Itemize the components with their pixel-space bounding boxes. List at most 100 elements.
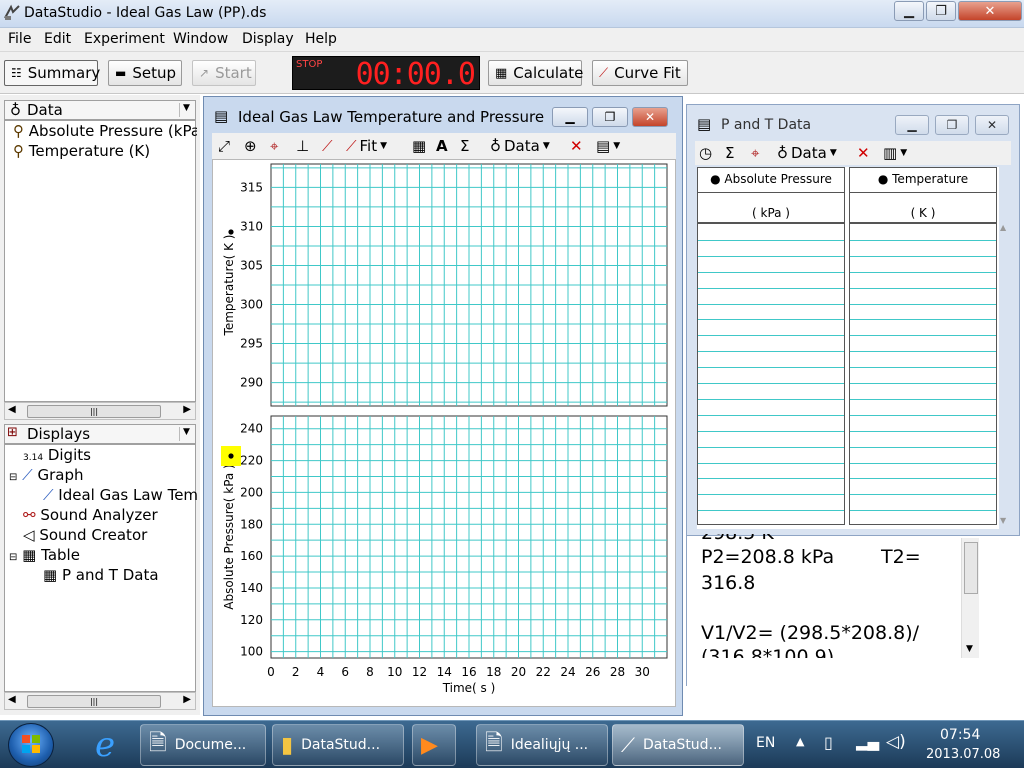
internet-explorer-icon[interactable]: e bbox=[80, 725, 130, 765]
taskbar-item-word-document[interactable]: 🗎 Idealiųjų ... bbox=[476, 724, 608, 766]
chevron-down-icon[interactable]: ▼ bbox=[179, 103, 193, 117]
language-indicator[interactable]: EN bbox=[756, 735, 775, 751]
column-body-absolute-pressure[interactable] bbox=[697, 223, 845, 525]
fit-dropdown[interactable]: ⟋ Fit ▼ bbox=[346, 136, 387, 156]
menu-experiment[interactable]: Experiment bbox=[84, 31, 165, 47]
smart-tool-icon[interactable]: ⌖ bbox=[751, 143, 759, 163]
clock-time[interactable]: 07:54 bbox=[940, 727, 980, 743]
bullet-icon: ● bbox=[877, 172, 889, 186]
data-table[interactable]: ● Absolute Pressure ( kPa ) ● Temperatur… bbox=[697, 167, 1006, 529]
statistics-icon[interactable]: Σ bbox=[725, 143, 734, 163]
chevron-down-icon[interactable]: ▼ bbox=[179, 427, 193, 441]
scroll-thumb[interactable]: ||| bbox=[27, 695, 161, 708]
scroll-down-icon[interactable]: ▼ bbox=[966, 644, 973, 654]
time-icon[interactable]: ◷ bbox=[699, 143, 712, 163]
table-row-divider bbox=[698, 414, 844, 416]
scroll-thumb[interactable] bbox=[964, 542, 978, 594]
displays-tree-scrollbar[interactable]: ◀ ||| ▶ bbox=[4, 692, 196, 710]
notes-window[interactable]: 298.5 K P2=208.8 kPa T2= 316.8 V1/V2= (2… bbox=[686, 534, 1020, 686]
tree-item-ideal-gas-graph[interactable]: ⟋ Ideal Gas Law Temperature and Pressure bbox=[43, 486, 197, 504]
setup-button[interactable]: ▬ Setup bbox=[108, 60, 182, 86]
network-icon[interactable]: ▂▄ bbox=[856, 733, 879, 751]
columns-dropdown[interactable]: ▥ ▼ bbox=[883, 143, 907, 163]
table-scrollbar[interactable]: ▲ ▼ bbox=[999, 223, 1011, 525]
column-header-absolute-pressure[interactable]: ● Absolute Pressure ( kPa ) bbox=[697, 167, 845, 223]
table-restore-button[interactable]: ❐ bbox=[935, 115, 969, 135]
delete-icon[interactable]: ✕ bbox=[570, 136, 583, 156]
taskbar-item-media-player[interactable]: ▶ bbox=[412, 724, 456, 766]
slope-tool-icon[interactable]: ⊥ bbox=[296, 136, 309, 156]
menu-display[interactable]: Display bbox=[242, 31, 294, 47]
data-dropdown[interactable]: ♁ Data ▼ bbox=[777, 143, 837, 163]
calculator-icon[interactable]: ▦ bbox=[412, 136, 426, 156]
graph-restore-button[interactable]: ❐ bbox=[592, 107, 628, 127]
table-row-divider bbox=[698, 446, 844, 448]
scroll-up-icon[interactable]: ▲ bbox=[1000, 223, 1006, 232]
tree-item-absolute-pressure[interactable]: ⚲ Absolute Pressure (kPa) bbox=[13, 122, 197, 140]
menu-help[interactable]: Help bbox=[305, 31, 337, 47]
chevron-down-icon: ▼ bbox=[380, 141, 388, 151]
table-window[interactable]: ▤ P and T Data ▁ ❐ ✕ ◷ Σ ⌖ ♁ Data ▼ ✕ ▥ … bbox=[686, 104, 1020, 536]
collapse-icon[interactable]: ⊟ bbox=[9, 552, 17, 563]
graph-minimize-button[interactable]: ▁ bbox=[552, 107, 588, 127]
annotation-icon[interactable]: A bbox=[436, 136, 448, 156]
tree-item-graph[interactable]: ⊟ ⟋ Graph bbox=[9, 466, 193, 484]
tree-item-temperature[interactable]: ⚲ Temperature (K) bbox=[13, 142, 197, 160]
table-close-button[interactable]: ✕ bbox=[975, 115, 1009, 135]
stop-clock-display[interactable]: STOP 00:00.0 bbox=[292, 56, 480, 92]
notes-scrollbar[interactable]: ▼ bbox=[961, 538, 979, 658]
close-button[interactable]: ✕ bbox=[958, 1, 1022, 21]
smart-tool-icon[interactable]: ⌖ bbox=[270, 136, 278, 156]
data-dropdown[interactable]: ♁ Data ▼ bbox=[490, 136, 550, 156]
data-tree-scrollbar[interactable]: ◀ ||| ▶ bbox=[4, 402, 196, 420]
start-button[interactable] bbox=[8, 723, 54, 767]
graph-window[interactable]: ▤ Ideal Gas Law Temperature and Pressure… bbox=[203, 96, 683, 716]
minimize-button[interactable]: ▁ bbox=[894, 1, 924, 21]
maximize-button[interactable]: ❐ bbox=[926, 1, 956, 21]
column-body-temperature[interactable] bbox=[849, 223, 997, 525]
scroll-down-icon[interactable]: ▼ bbox=[1000, 516, 1006, 525]
collapse-icon[interactable]: ⊟ bbox=[9, 472, 17, 483]
tree-item-p-and-t-data[interactable]: ▦ P and T Data bbox=[43, 566, 197, 584]
start-button[interactable]: ↗ Start bbox=[192, 60, 256, 86]
tree-item-label: Digits bbox=[47, 446, 91, 464]
taskbar-item-document[interactable]: 🗎 Docume... bbox=[140, 724, 266, 766]
zoom-icon[interactable]: ⊕ bbox=[244, 136, 257, 156]
table-row-divider bbox=[850, 271, 996, 273]
fit-line-icon[interactable]: ⟋ bbox=[322, 136, 333, 156]
taskbar-item-folder[interactable]: ▮ DataStud... bbox=[272, 724, 404, 766]
menu-window[interactable]: Window bbox=[173, 31, 228, 47]
menu-edit[interactable]: Edit bbox=[44, 31, 71, 47]
summary-button[interactable]: ☷ Summary bbox=[4, 60, 100, 86]
tree-item-sound-analyzer[interactable]: ⚯ Sound Analyzer bbox=[23, 506, 193, 524]
graph-chart[interactable]: 290295300305310315Temperature( K )100120… bbox=[213, 160, 675, 706]
scroll-left-icon[interactable]: ◀ bbox=[8, 404, 16, 415]
data-panel-header[interactable]: ♁ Data ▼ bbox=[4, 100, 196, 120]
delete-icon[interactable]: ✕ bbox=[857, 143, 870, 163]
calculate-button[interactable]: ▦ Calculate bbox=[488, 60, 583, 86]
menu-file[interactable]: File bbox=[8, 31, 31, 47]
scroll-right-icon[interactable]: ▶ bbox=[183, 404, 191, 415]
volume-icon[interactable]: ◁) bbox=[886, 732, 906, 752]
tree-item-table[interactable]: ⊟ ▦ Table bbox=[9, 546, 193, 564]
graph-settings-dropdown[interactable]: ▤ ▼ bbox=[596, 136, 620, 156]
legend-dot-icon[interactable] bbox=[228, 453, 234, 459]
scroll-thumb[interactable]: ||| bbox=[27, 405, 161, 418]
show-hidden-icons-icon[interactable]: ▲ bbox=[796, 735, 804, 748]
graph-area[interactable]: 290 295 300 305 310 315 Temperature( K ) 100 120… bbox=[212, 159, 676, 707]
curve-fit-button[interactable]: ⟋ Curve Fit bbox=[592, 60, 688, 86]
statistics-icon[interactable]: Σ bbox=[460, 136, 469, 156]
device-icon[interactable]: ▯ bbox=[824, 733, 833, 752]
clock-date[interactable]: 2013.07.08 bbox=[926, 747, 1000, 762]
column-header-temperature[interactable]: ● Temperature ( K ) bbox=[849, 167, 997, 223]
scroll-right-icon[interactable]: ▶ bbox=[183, 694, 191, 705]
tree-item-sound-creator[interactable]: ◁ Sound Creator bbox=[23, 526, 193, 544]
tree-item-digits[interactable]: 3.14 Digits bbox=[23, 446, 193, 464]
taskbar-item-datastudio[interactable]: ⟋ DataStud... bbox=[612, 724, 744, 766]
displays-panel-header[interactable]: ⊞ Displays ▼ bbox=[4, 424, 196, 444]
legend-dot-icon[interactable] bbox=[228, 229, 234, 235]
table-minimize-button[interactable]: ▁ bbox=[895, 115, 929, 135]
graph-close-button[interactable]: ✕ bbox=[632, 107, 668, 127]
scale-to-fit-icon[interactable]: ⤢ bbox=[218, 136, 230, 156]
scroll-left-icon[interactable]: ◀ bbox=[8, 694, 16, 705]
